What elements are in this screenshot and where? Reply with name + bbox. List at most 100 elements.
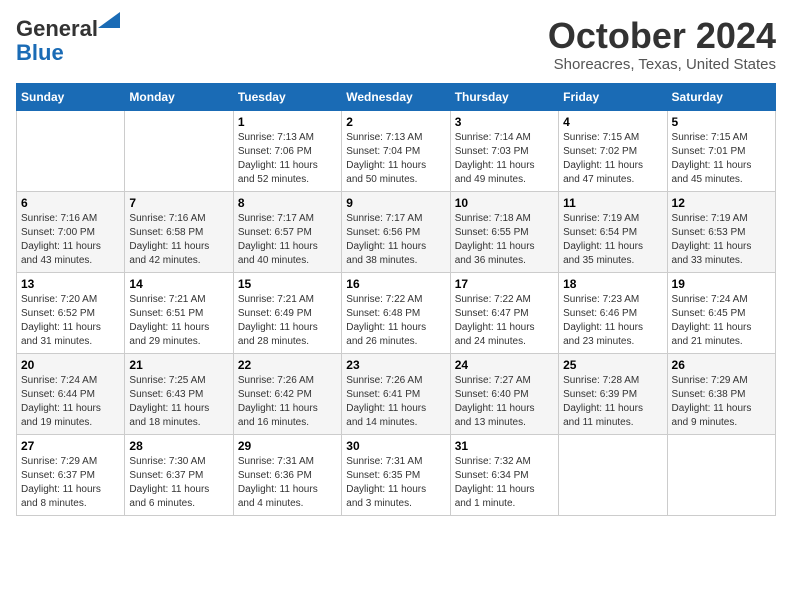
month-title: October 2024 bbox=[548, 16, 776, 56]
days-header-row: SundayMondayTuesdayWednesdayThursdayFrid… bbox=[17, 83, 776, 110]
day-info: Sunrise: 7:24 AM Sunset: 6:45 PM Dayligh… bbox=[672, 293, 771, 349]
day-number: 6 bbox=[21, 196, 120, 210]
calendar-cell: 6 Sunrise: 7:16 AM Sunset: 7:00 PM Daylig… bbox=[17, 191, 125, 272]
day-number: 20 bbox=[21, 358, 120, 372]
day-number: 10 bbox=[455, 196, 554, 210]
calendar-cell: 24Sunrise: 7:27 AM Sunset: 6:40 PM Dayli… bbox=[450, 353, 558, 434]
day-number: 1 bbox=[238, 115, 337, 129]
day-number: 8 bbox=[238, 196, 337, 210]
logo-icon bbox=[98, 12, 120, 28]
day-number: 9 bbox=[346, 196, 445, 210]
day-info: Sunrise: 7:29 AM Sunset: 6:37 PM Dayligh… bbox=[21, 455, 120, 511]
calendar-cell bbox=[667, 434, 775, 515]
day-info: Sunrise: 7:17 AM Sunset: 6:56 PM Dayligh… bbox=[346, 212, 445, 268]
calendar-cell: 2 Sunrise: 7:13 AM Sunset: 7:04 PM Daylig… bbox=[342, 110, 450, 191]
day-number: 11 bbox=[563, 196, 662, 210]
day-number: 17 bbox=[455, 277, 554, 291]
day-info: Sunrise: 7:28 AM Sunset: 6:39 PM Dayligh… bbox=[563, 374, 662, 430]
day-info: Sunrise: 7:15 AM Sunset: 7:02 PM Dayligh… bbox=[563, 131, 662, 187]
day-info: Sunrise: 7:26 AM Sunset: 6:42 PM Dayligh… bbox=[238, 374, 337, 430]
calendar-cell: 16 Sunrise: 7:22 AM Sunset: 6:48 PM Dayli… bbox=[342, 272, 450, 353]
day-number: 27 bbox=[21, 439, 120, 453]
day-number: 21 bbox=[129, 358, 228, 372]
calendar-cell bbox=[125, 110, 233, 191]
day-number: 18 bbox=[563, 277, 662, 291]
day-info: Sunrise: 7:22 AM Sunset: 6:48 PM Dayligh… bbox=[346, 293, 445, 349]
day-info: Sunrise: 7:21 AM Sunset: 6:49 PM Dayligh… bbox=[238, 293, 337, 349]
day-number: 15 bbox=[238, 277, 337, 291]
day-info: Sunrise: 7:25 AM Sunset: 6:43 PM Dayligh… bbox=[129, 374, 228, 430]
day-header-saturday: Saturday bbox=[667, 83, 775, 110]
day-number: 14 bbox=[129, 277, 228, 291]
day-info: Sunrise: 7:21 AM Sunset: 6:51 PM Dayligh… bbox=[129, 293, 228, 349]
day-info: Sunrise: 7:19 AM Sunset: 6:54 PM Dayligh… bbox=[563, 212, 662, 268]
day-info: Sunrise: 7:13 AM Sunset: 7:04 PM Dayligh… bbox=[346, 131, 445, 187]
day-info: Sunrise: 7:14 AM Sunset: 7:03 PM Dayligh… bbox=[455, 131, 554, 187]
day-number: 7 bbox=[129, 196, 228, 210]
calendar-cell: 26Sunrise: 7:29 AM Sunset: 6:38 PM Dayli… bbox=[667, 353, 775, 434]
day-number: 29 bbox=[238, 439, 337, 453]
calendar-cell: 5Sunrise: 7:15 AM Sunset: 7:01 PM Daylig… bbox=[667, 110, 775, 191]
calendar-cell: 30 Sunrise: 7:31 AM Sunset: 6:35 PM Dayli… bbox=[342, 434, 450, 515]
calendar-cell: 13Sunrise: 7:20 AM Sunset: 6:52 PM Dayli… bbox=[17, 272, 125, 353]
calendar-cell: 27 Sunrise: 7:29 AM Sunset: 6:37 PM Dayli… bbox=[17, 434, 125, 515]
day-header-friday: Friday bbox=[559, 83, 667, 110]
day-info: Sunrise: 7:22 AM Sunset: 6:47 PM Dayligh… bbox=[455, 293, 554, 349]
calendar-table: SundayMondayTuesdayWednesdayThursdayFrid… bbox=[16, 83, 776, 516]
week-row-2: 6 Sunrise: 7:16 AM Sunset: 7:00 PM Daylig… bbox=[17, 191, 776, 272]
day-number: 13 bbox=[21, 277, 120, 291]
week-row-1: 1Sunrise: 7:13 AM Sunset: 7:06 PM Daylig… bbox=[17, 110, 776, 191]
day-header-monday: Monday bbox=[125, 83, 233, 110]
calendar-cell: 12 Sunrise: 7:19 AM Sunset: 6:53 PM Dayli… bbox=[667, 191, 775, 272]
calendar-cell bbox=[559, 434, 667, 515]
week-row-3: 13Sunrise: 7:20 AM Sunset: 6:52 PM Dayli… bbox=[17, 272, 776, 353]
day-header-sunday: Sunday bbox=[17, 83, 125, 110]
calendar-cell: 18 Sunrise: 7:23 AM Sunset: 6:46 PM Dayli… bbox=[559, 272, 667, 353]
calendar-cell: 17 Sunrise: 7:22 AM Sunset: 6:47 PM Dayli… bbox=[450, 272, 558, 353]
day-info: Sunrise: 7:31 AM Sunset: 6:36 PM Dayligh… bbox=[238, 455, 337, 511]
calendar-cell: 25 Sunrise: 7:28 AM Sunset: 6:39 PM Dayli… bbox=[559, 353, 667, 434]
day-info: Sunrise: 7:18 AM Sunset: 6:55 PM Dayligh… bbox=[455, 212, 554, 268]
day-info: Sunrise: 7:31 AM Sunset: 6:35 PM Dayligh… bbox=[346, 455, 445, 511]
day-info: Sunrise: 7:15 AM Sunset: 7:01 PM Dayligh… bbox=[672, 131, 771, 187]
calendar-cell: 7Sunrise: 7:16 AM Sunset: 6:58 PM Daylig… bbox=[125, 191, 233, 272]
day-number: 23 bbox=[346, 358, 445, 372]
day-info: Sunrise: 7:16 AM Sunset: 7:00 PM Dayligh… bbox=[21, 212, 120, 268]
week-row-5: 27 Sunrise: 7:29 AM Sunset: 6:37 PM Dayli… bbox=[17, 434, 776, 515]
calendar-cell bbox=[17, 110, 125, 191]
calendar-cell: 21 Sunrise: 7:25 AM Sunset: 6:43 PM Dayli… bbox=[125, 353, 233, 434]
day-number: 2 bbox=[346, 115, 445, 129]
calendar-cell: 3Sunrise: 7:14 AM Sunset: 7:03 PM Daylig… bbox=[450, 110, 558, 191]
calendar-cell: 15 Sunrise: 7:21 AM Sunset: 6:49 PM Dayli… bbox=[233, 272, 341, 353]
calendar-cell: 4Sunrise: 7:15 AM Sunset: 7:02 PM Daylig… bbox=[559, 110, 667, 191]
day-info: Sunrise: 7:32 AM Sunset: 6:34 PM Dayligh… bbox=[455, 455, 554, 511]
day-number: 16 bbox=[346, 277, 445, 291]
day-number: 28 bbox=[129, 439, 228, 453]
calendar-cell: 9 Sunrise: 7:17 AM Sunset: 6:56 PM Daylig… bbox=[342, 191, 450, 272]
day-info: Sunrise: 7:24 AM Sunset: 6:44 PM Dayligh… bbox=[21, 374, 120, 430]
day-info: Sunrise: 7:23 AM Sunset: 6:46 PM Dayligh… bbox=[563, 293, 662, 349]
day-number: 30 bbox=[346, 439, 445, 453]
location-title: Shoreacres, Texas, United States bbox=[548, 56, 776, 73]
day-number: 26 bbox=[672, 358, 771, 372]
day-number: 19 bbox=[672, 277, 771, 291]
calendar-cell: 11 Sunrise: 7:19 AM Sunset: 6:54 PM Dayli… bbox=[559, 191, 667, 272]
calendar-cell: 8Sunrise: 7:17 AM Sunset: 6:57 PM Daylig… bbox=[233, 191, 341, 272]
week-row-4: 20 Sunrise: 7:24 AM Sunset: 6:44 PM Dayli… bbox=[17, 353, 776, 434]
day-header-tuesday: Tuesday bbox=[233, 83, 341, 110]
day-number: 22 bbox=[238, 358, 337, 372]
day-number: 24 bbox=[455, 358, 554, 372]
calendar-cell: 31Sunrise: 7:32 AM Sunset: 6:34 PM Dayli… bbox=[450, 434, 558, 515]
calendar-cell: 1Sunrise: 7:13 AM Sunset: 7:06 PM Daylig… bbox=[233, 110, 341, 191]
day-info: Sunrise: 7:19 AM Sunset: 6:53 PM Dayligh… bbox=[672, 212, 771, 268]
calendar-cell: 22 Sunrise: 7:26 AM Sunset: 6:42 PM Dayli… bbox=[233, 353, 341, 434]
calendar-cell: 14 Sunrise: 7:21 AM Sunset: 6:51 PM Dayli… bbox=[125, 272, 233, 353]
calendar-cell: 29 Sunrise: 7:31 AM Sunset: 6:36 PM Dayli… bbox=[233, 434, 341, 515]
day-number: 25 bbox=[563, 358, 662, 372]
logo: General Blue bbox=[16, 16, 98, 66]
day-header-thursday: Thursday bbox=[450, 83, 558, 110]
header: General Blue October 2024 Shoreacres, Te… bbox=[16, 16, 776, 73]
day-number: 12 bbox=[672, 196, 771, 210]
calendar-cell: 20 Sunrise: 7:24 AM Sunset: 6:44 PM Dayli… bbox=[17, 353, 125, 434]
calendar-cell: 19 Sunrise: 7:24 AM Sunset: 6:45 PM Dayli… bbox=[667, 272, 775, 353]
